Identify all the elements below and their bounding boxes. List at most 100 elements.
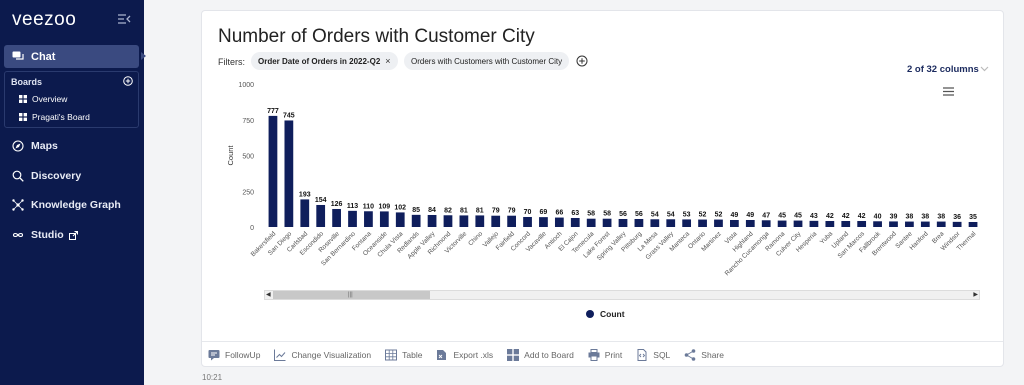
data-label: 54 — [651, 211, 659, 218]
data-label: 69 — [540, 209, 548, 216]
bar — [602, 218, 612, 227]
bar — [809, 220, 819, 227]
bar — [936, 221, 946, 227]
board-icon — [507, 348, 520, 361]
board-item-label: Pragati's Board — [32, 112, 90, 122]
answer-toolbar: FollowUp Change Visualization Table Expo… — [202, 341, 1003, 367]
dashboard-icon — [19, 95, 27, 103]
scroll-right-icon[interactable]: ▶ — [973, 291, 978, 298]
nav-knowledge-graph[interactable]: Knowledge Graph — [12, 199, 121, 211]
board-item-pragati[interactable]: Pragati's Board — [19, 112, 90, 122]
data-label: 56 — [635, 211, 643, 218]
data-label: 82 — [444, 207, 452, 214]
bar — [952, 221, 962, 227]
data-label: 52 — [715, 212, 723, 219]
toolbar-label: FollowUp — [225, 349, 261, 360]
data-label: 110 — [363, 203, 374, 210]
bar — [634, 218, 644, 227]
change-visualization-button[interactable]: Change Visualization — [274, 349, 371, 361]
data-label: 38 — [921, 214, 929, 221]
nav-chat[interactable]: Chat — [4, 45, 139, 68]
export-icon — [437, 349, 447, 360]
external-link-icon — [68, 230, 78, 240]
bar — [761, 220, 771, 227]
bar — [268, 115, 278, 227]
bar — [427, 214, 437, 227]
nav-discovery[interactable]: Discovery — [12, 170, 81, 182]
data-label: 66 — [555, 210, 563, 217]
toolbar-label: Table — [402, 349, 423, 360]
bar — [698, 219, 707, 227]
bar — [539, 217, 548, 227]
followup-button[interactable]: FollowUp — [208, 349, 260, 361]
toolbar-label: Share — [701, 349, 724, 360]
data-label: 63 — [571, 210, 579, 217]
bar — [443, 215, 453, 227]
data-label: 79 — [508, 208, 516, 215]
data-label: 38 — [937, 214, 945, 221]
scroll-thumb[interactable]: ||| — [273, 291, 430, 299]
compass-icon — [12, 140, 24, 152]
data-label: 39 — [890, 213, 898, 220]
data-label: 154 — [315, 197, 327, 204]
data-label: 126 — [331, 201, 343, 208]
table-icon — [385, 349, 398, 360]
add-board-icon[interactable] — [123, 76, 133, 86]
export-xls-button[interactable]: Export .xls — [436, 349, 493, 361]
bar — [920, 221, 930, 227]
nav-label: Knowledge Graph — [31, 199, 121, 211]
bar — [730, 219, 739, 227]
y-tick-label: 0 — [250, 225, 254, 232]
legend-label: Count — [600, 309, 625, 319]
data-label: 777 — [267, 108, 279, 115]
bar — [968, 221, 978, 227]
bar — [475, 215, 485, 227]
bar — [379, 211, 389, 227]
bar — [618, 218, 628, 227]
share-button[interactable]: Share — [684, 348, 724, 361]
collapse-sidebar-icon[interactable] — [117, 13, 131, 25]
bar — [570, 217, 580, 227]
data-label: 43 — [810, 213, 818, 220]
bar — [650, 219, 660, 227]
nav-studio[interactable]: Studio — [12, 229, 78, 241]
bar — [332, 208, 341, 227]
add-to-board-button[interactable]: Add to Board — [507, 348, 574, 361]
y-tick-label: 500 — [242, 154, 254, 161]
infinity-icon — [12, 232, 24, 238]
data-label: 49 — [730, 212, 738, 219]
data-label: 745 — [283, 112, 295, 119]
bar — [714, 219, 723, 227]
nav-chat-label: Chat — [31, 50, 56, 63]
print-button[interactable]: Print — [588, 348, 622, 361]
answer-card: Number of Orders with Customer City Filt… — [201, 10, 1004, 367]
sql-button[interactable]: SQL — [636, 348, 671, 361]
bar — [745, 219, 755, 227]
nav-label: Discovery — [31, 170, 82, 182]
bar — [857, 220, 867, 227]
veezoo-logo[interactable]: veezoo — [12, 9, 76, 31]
scroll-left-icon[interactable]: ◀ — [266, 291, 271, 298]
board-item-overview[interactable]: Overview — [19, 94, 67, 104]
bar — [459, 215, 469, 227]
table-button[interactable]: Table — [385, 349, 422, 361]
chart-scrollbar[interactable]: ◀ ||| ▶ — [264, 290, 980, 300]
data-label: 109 — [378, 203, 390, 210]
toolbar-label: SQL — [653, 349, 671, 360]
bar — [364, 211, 373, 227]
data-label: 36 — [953, 214, 961, 221]
bar — [507, 215, 516, 227]
timestamp: 10:21 — [202, 373, 223, 382]
bar — [793, 220, 803, 227]
nav-label: Maps — [31, 140, 58, 152]
chart-legend[interactable]: Count — [586, 309, 625, 319]
nav-label: Studio — [31, 229, 64, 241]
data-label: 58 — [587, 211, 595, 218]
bar — [284, 120, 294, 227]
nav-maps[interactable]: Maps — [12, 140, 58, 152]
data-label: 54 — [667, 211, 675, 218]
data-label: 49 — [746, 212, 754, 219]
data-label: 42 — [826, 213, 834, 220]
data-label: 113 — [347, 203, 358, 210]
graph-icon — [12, 199, 24, 211]
